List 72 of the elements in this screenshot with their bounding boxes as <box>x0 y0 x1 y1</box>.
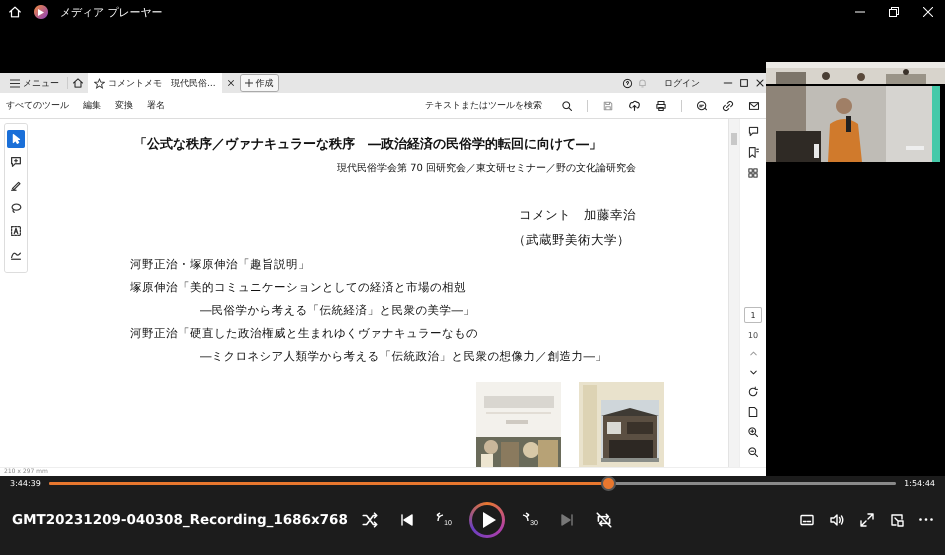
comment-icon <box>746 125 760 138</box>
menu-item[interactable]: 編集 <box>83 99 101 112</box>
elapsed-time: 3:44:39 <box>10 478 41 488</box>
media-player-icon <box>34 5 48 19</box>
file-name: GMT20231209-040308_Recording_1686x768 <box>12 512 349 528</box>
cloud-upload-icon[interactable] <box>628 99 641 112</box>
thumbnails-button[interactable] <box>747 167 759 179</box>
grid-icon <box>747 167 759 179</box>
minimize-icon <box>855 11 865 13</box>
rotate-icon[interactable] <box>747 386 759 398</box>
star-icon <box>94 78 105 88</box>
document-subtitle: 現代民俗学会第 70 回研究会／東文研セミナー／野の文化論研究会 <box>336 162 636 175</box>
expand-icon <box>859 512 875 528</box>
lasso-icon <box>9 201 23 215</box>
menu-button[interactable]: メニュー <box>6 74 63 92</box>
page-count: 10 <box>748 331 758 340</box>
menu-icon <box>10 78 20 88</box>
bookmark-icon <box>746 146 760 159</box>
skip-back-icon <box>399 512 415 528</box>
home-icon[interactable] <box>72 77 84 89</box>
window-title: メディア プレーヤー <box>60 4 164 20</box>
menu-item[interactable]: 署名 <box>147 99 165 112</box>
plus-icon <box>244 79 253 87</box>
page-number-field[interactable]: 1 <box>744 307 762 323</box>
rewind-arrow-icon <box>436 512 444 522</box>
close-icon[interactable] <box>754 77 766 89</box>
mini-player-icon <box>889 512 905 528</box>
comments-button[interactable] <box>746 125 760 138</box>
document-icon[interactable] <box>747 406 759 418</box>
save-icon[interactable] <box>602 100 614 112</box>
comment-icon <box>9 155 23 169</box>
create-button[interactable]: 作成 <box>240 74 279 92</box>
talk-line: 河野正治「硬直した政治権威と生まれゆくヴァナキュラーなもの <box>130 326 479 341</box>
login-button[interactable]: ログイン <box>660 74 704 92</box>
menu-item[interactable]: 変換 <box>115 99 133 112</box>
talk-subtitle: ―ミクロネシア人類学から考える「伝統政治」と民衆の想像力／創造力―」 <box>200 349 608 364</box>
volume-button[interactable] <box>829 512 845 528</box>
zoom-out-icon[interactable] <box>747 446 759 458</box>
remaining-time: 1:54:44 <box>904 478 935 488</box>
print-icon[interactable] <box>655 100 667 112</box>
repeat-icon <box>595 510 613 528</box>
forward-arrow-icon <box>522 512 530 522</box>
document-tab[interactable]: コメントメモ 現代民俗... <box>88 73 222 93</box>
talk-line: 河野正治・塚原伸治「趣旨説明」 <box>130 257 311 272</box>
select-tool[interactable] <box>7 130 25 148</box>
talk-line: 塚原伸治「美的コミュニケーションとしての経済と市場の相剋 <box>130 280 467 295</box>
search-icon[interactable] <box>561 100 573 112</box>
fullscreen-button[interactable] <box>859 512 875 528</box>
help-icon[interactable] <box>622 78 633 88</box>
zoom-in-icon[interactable] <box>747 426 759 438</box>
bookmarks-button[interactable] <box>746 146 760 159</box>
document-title: 「公式な秩序／ヴァナキュラーな秩序 ―政治経済の民俗学的転回に向けて―」 <box>134 136 603 153</box>
restore-icon <box>889 7 899 17</box>
mail-icon[interactable] <box>748 100 760 112</box>
menu-item[interactable]: すべてのツール <box>6 99 69 112</box>
link-icon[interactable] <box>722 100 734 112</box>
more-icon <box>919 518 933 521</box>
seek-thumb[interactable] <box>603 478 614 488</box>
shuffle-icon <box>361 510 379 528</box>
play-icon <box>480 510 496 528</box>
close-icon <box>923 7 933 17</box>
close-icon[interactable] <box>226 78 236 88</box>
mini-player-button[interactable] <box>889 512 905 528</box>
skip-forward-icon <box>559 512 575 528</box>
commenter-line: コメント 加藤幸治 <box>518 207 636 224</box>
volume-icon <box>829 512 845 528</box>
scrollbar-thumb[interactable] <box>731 133 737 145</box>
talk-subtitle: ―民俗学から考える「伝統経済」と民衆の美学―」 <box>200 303 476 318</box>
affiliation-line: （武蔵野美術大学） <box>512 232 630 249</box>
play-button[interactable] <box>469 502 505 538</box>
text-box-icon <box>9 224 23 238</box>
maximize-icon[interactable] <box>738 77 750 89</box>
